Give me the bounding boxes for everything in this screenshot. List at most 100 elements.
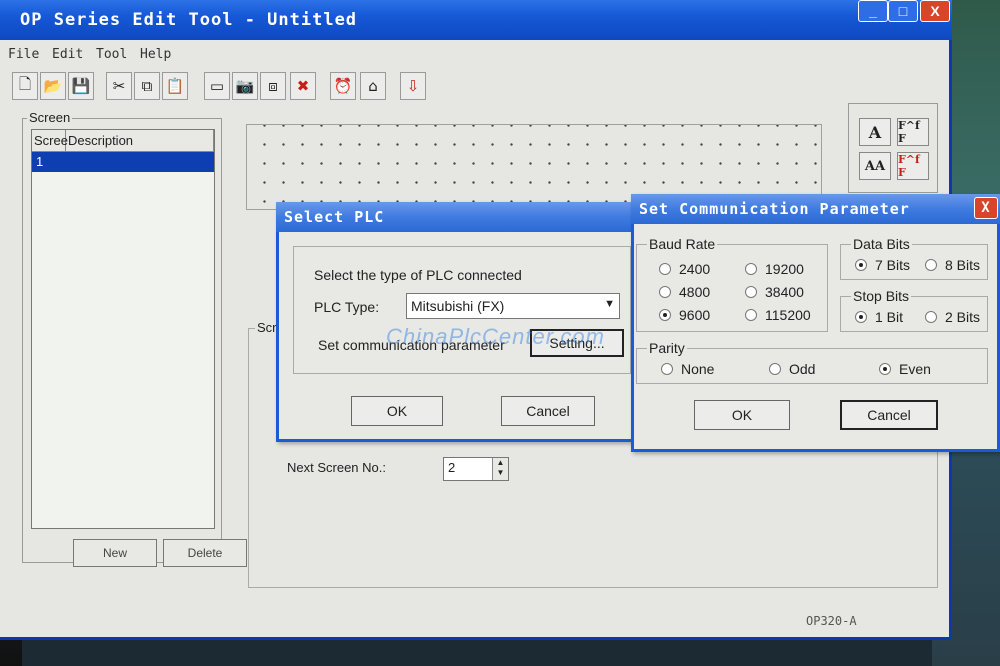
home-icon[interactable]: ⌂ bbox=[360, 72, 386, 100]
delete-screen-icon[interactable]: ✖ bbox=[290, 72, 316, 100]
stop-bits-group: Stop Bits 1 Bit 2 Bits bbox=[840, 288, 988, 332]
table-row[interactable]: 1 bbox=[32, 152, 214, 172]
plc-type-select[interactable]: Mitsubishi (FX) ▼ bbox=[406, 293, 620, 319]
title-bar[interactable]: OP Series Edit Tool - Untitled _ □ X bbox=[0, 0, 952, 40]
baud-rate-label: Baud Rate bbox=[647, 236, 718, 252]
function-key-icon[interactable]: F^f F bbox=[897, 118, 929, 146]
baud-38400-label: 38400 bbox=[765, 284, 804, 300]
radio-icon bbox=[659, 286, 671, 298]
radio-icon bbox=[925, 311, 937, 323]
select-plc-title: Select PLC bbox=[284, 208, 385, 226]
radio-selected-icon bbox=[855, 311, 867, 323]
copy-icon[interactable]: ⧉ bbox=[134, 72, 160, 100]
select-plc-cancel-button[interactable]: Cancel bbox=[501, 396, 595, 426]
parity-even-label: Even bbox=[899, 361, 931, 377]
next-screen-label: Next Screen No.: bbox=[287, 460, 386, 475]
radio-icon bbox=[769, 363, 781, 375]
stop-bits-label: Stop Bits bbox=[851, 288, 912, 304]
data-bits-7-label: 7 Bits bbox=[875, 257, 911, 273]
data-bits-7-radio[interactable]: 7 Bits bbox=[855, 257, 910, 273]
menu-bar: File Edit Tool Help bbox=[0, 44, 952, 66]
radio-icon bbox=[659, 263, 671, 275]
baud-115200-radio[interactable]: 115200 bbox=[745, 307, 811, 323]
stop-bits-2-label: 2 Bits bbox=[945, 309, 981, 325]
baud-9600-radio[interactable]: 9600 bbox=[659, 307, 710, 323]
parity-odd-radio[interactable]: Odd bbox=[769, 361, 815, 377]
menu-tool[interactable]: Tool bbox=[96, 47, 127, 62]
stop-bits-2-radio[interactable]: 2 Bits bbox=[925, 309, 980, 325]
select-plc-group: Select the type of PLC connected PLC Typ… bbox=[293, 246, 631, 374]
select-plc-ok-button[interactable]: OK bbox=[351, 396, 443, 426]
parity-even-radio[interactable]: Even bbox=[879, 361, 931, 377]
baud-2400-label: 2400 bbox=[679, 261, 711, 277]
screen-panel: Screen Scree Description 1 New Delete bbox=[22, 110, 247, 567]
baud-19200-radio[interactable]: 19200 bbox=[745, 261, 804, 277]
new-screen-button[interactable]: New bbox=[73, 539, 157, 567]
download-icon[interactable]: ⇩ bbox=[400, 72, 426, 100]
baud-rate-group: Baud Rate 2400 19200 4800 38400 9600 115… bbox=[636, 236, 828, 332]
minimize-button[interactable]: _ bbox=[858, 0, 888, 22]
comm-cancel-button[interactable]: Cancel bbox=[840, 400, 938, 430]
open-folder-icon[interactable]: 📂 bbox=[40, 72, 66, 100]
plc-prompt: Select the type of PLC connected bbox=[314, 267, 522, 283]
plc-type-value: Mitsubishi (FX) bbox=[411, 298, 505, 314]
save-icon[interactable]: 💾 bbox=[68, 72, 94, 100]
dynamic-text-icon[interactable]: AA bbox=[859, 152, 891, 180]
chevron-down-icon[interactable]: ▼ bbox=[604, 298, 615, 310]
maximize-button[interactable]: □ bbox=[888, 0, 918, 22]
parity-odd-label: Odd bbox=[789, 361, 816, 377]
paste-icon[interactable]: 📋 bbox=[162, 72, 188, 100]
column-header-description[interactable]: Description bbox=[66, 130, 214, 151]
comm-parameter-dialog: Set Communication Parameter X Baud Rate … bbox=[631, 194, 1000, 452]
select-plc-title-bar[interactable]: Select PLC bbox=[276, 202, 640, 232]
menu-help[interactable]: Help bbox=[140, 47, 171, 62]
next-screen-stepper[interactable]: 2 ▲ ▼ bbox=[443, 457, 509, 481]
spin-arrows-icon[interactable]: ▲ ▼ bbox=[492, 458, 508, 480]
text-tool-icon[interactable]: A bbox=[859, 118, 891, 146]
camera-icon[interactable]: 📷 bbox=[232, 72, 258, 100]
baud-19200-label: 19200 bbox=[765, 261, 804, 277]
baud-4800-radio[interactable]: 4800 bbox=[659, 284, 710, 300]
close-icon[interactable]: X bbox=[974, 197, 998, 219]
baud-115200-label: 115200 bbox=[765, 307, 811, 323]
stop-bits-1-radio[interactable]: 1 Bit bbox=[855, 309, 903, 325]
radio-icon bbox=[661, 363, 673, 375]
baud-2400-radio[interactable]: 2400 bbox=[659, 261, 710, 277]
comm-ok-button[interactable]: OK bbox=[694, 400, 790, 430]
menu-edit[interactable]: Edit bbox=[52, 47, 83, 62]
data-bits-8-radio[interactable]: 8 Bits bbox=[925, 257, 980, 273]
close-button[interactable]: X bbox=[920, 0, 950, 22]
text-palette: A F^f F AA F^f F bbox=[848, 103, 938, 193]
plc-type-label: PLC Type: bbox=[314, 299, 380, 315]
alarm-clock-icon[interactable]: ⏰ bbox=[330, 72, 356, 100]
row-number: 1 bbox=[36, 154, 44, 169]
cut-icon[interactable]: ✂ bbox=[106, 72, 132, 100]
screen-icon[interactable]: ▭ bbox=[204, 72, 230, 100]
radio-icon bbox=[925, 259, 937, 271]
menu-file[interactable]: File bbox=[8, 47, 39, 62]
new-file-icon[interactable]: 🗋 bbox=[12, 72, 38, 100]
row-description bbox=[66, 152, 214, 172]
baud-9600-label: 9600 bbox=[679, 307, 711, 323]
parity-label: Parity bbox=[647, 340, 687, 356]
function-key-red-icon[interactable]: F^f F bbox=[897, 152, 929, 180]
multi-screen-icon[interactable]: ⧈ bbox=[260, 72, 286, 100]
stop-bits-1-label: 1 Bit bbox=[875, 309, 904, 325]
model-label: OP320-A bbox=[806, 614, 857, 628]
parity-none-radio[interactable]: None bbox=[661, 361, 714, 377]
screen-panel-title: Screen bbox=[27, 110, 73, 125]
radio-icon bbox=[745, 309, 757, 321]
comm-parameter-title-bar[interactable]: Set Communication Parameter X bbox=[631, 194, 1000, 224]
parity-none-label: None bbox=[681, 361, 715, 377]
data-bits-8-label: 8 Bits bbox=[945, 257, 981, 273]
radio-selected-icon bbox=[659, 309, 671, 321]
baud-4800-label: 4800 bbox=[679, 284, 711, 300]
comm-parameter-title: Set Communication Parameter bbox=[639, 200, 910, 218]
baud-38400-radio[interactable]: 38400 bbox=[745, 284, 804, 300]
column-header-no[interactable]: Scree bbox=[32, 130, 68, 151]
delete-screen-button[interactable]: Delete bbox=[163, 539, 247, 567]
window-title: OP Series Edit Tool - Untitled bbox=[20, 10, 358, 30]
screen-list[interactable]: Scree Description 1 bbox=[31, 129, 215, 529]
data-bits-group: Data Bits 7 Bits 8 Bits bbox=[840, 236, 988, 280]
select-plc-dialog: Select PLC Select the type of PLC connec… bbox=[276, 202, 640, 442]
